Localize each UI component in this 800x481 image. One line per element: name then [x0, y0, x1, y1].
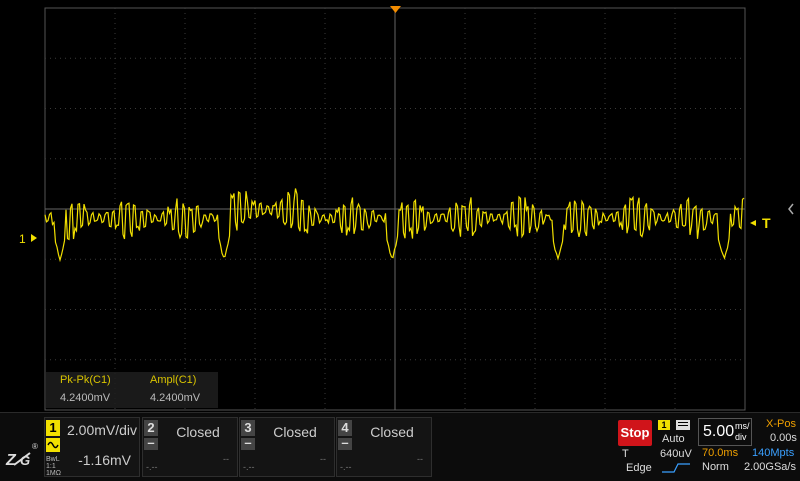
- channel-3-dash-2: --: [320, 454, 326, 464]
- channel-2-dash-2: --: [223, 454, 229, 464]
- timebase-delay: 70.0ms: [702, 447, 739, 459]
- timebase-scale: 5.00: [703, 423, 735, 440]
- zlg-logo: Z G ®: [5, 442, 38, 469]
- svg-text:Z: Z: [5, 452, 17, 469]
- timebase-box[interactable]: 5.00 ms/ div: [698, 418, 752, 446]
- measurement-value-2: 4.2400mV: [150, 392, 201, 404]
- channel-1-offset: -1.16mV: [78, 452, 131, 468]
- channel-2-dash-icon: –: [144, 436, 158, 450]
- trigger-edge-label: Edge: [626, 462, 652, 474]
- channel-3-state: Closed: [273, 424, 317, 440]
- channel-3-number: 3: [241, 420, 255, 436]
- channel-4-panel[interactable]: 4 – Closed -.-- --: [336, 417, 432, 477]
- channel-2-dash-1: -.--: [146, 462, 158, 472]
- channel-3-dash-icon: –: [241, 436, 255, 450]
- channel-4-dash-2: --: [417, 454, 423, 464]
- probe-ratio-label: 1:1: [46, 463, 56, 470]
- timebase-unit-bottom: div: [735, 432, 747, 442]
- bandwidth-limit-label: BwL: [46, 456, 60, 463]
- svg-text:®: ®: [32, 442, 38, 451]
- trigger-level-label[interactable]: T: [762, 215, 771, 231]
- trigger-menu-icon[interactable]: [676, 420, 690, 430]
- trigger-mode[interactable]: Auto: [662, 433, 685, 445]
- channel-1-scale: 2.00mV/div: [67, 422, 138, 438]
- acquisition-mode: Norm: [702, 461, 729, 473]
- xpos-label: X-Pos: [766, 418, 796, 430]
- measurement-panel: Pk-Pk(C1) Ampl(C1) 4.2400mV 4.2400mV: [46, 372, 218, 408]
- channel-2-number: 2: [144, 420, 158, 436]
- channel-1-number: 1: [46, 420, 60, 436]
- trigger-type-label: T: [622, 448, 629, 460]
- svg-text:G: G: [20, 453, 30, 468]
- channel-3-dash-1: -.--: [243, 462, 255, 472]
- channel-1-level-label[interactable]: 1: [19, 232, 26, 246]
- channel-3-panel[interactable]: 3 – Closed -.-- --: [239, 417, 335, 477]
- channel-4-state: Closed: [370, 424, 414, 440]
- measurement-label-1: Pk-Pk(C1): [60, 374, 111, 386]
- trigger-level-value: 640uV: [660, 448, 692, 460]
- scope-display[interactable]: 1 T: [0, 0, 800, 412]
- channel-4-number: 4: [338, 420, 352, 436]
- timebase-unit-top: ms/: [735, 421, 750, 431]
- impedance-label: 1MΩ: [46, 470, 61, 477]
- channel-4-dash-1: -.--: [340, 462, 352, 472]
- rising-edge-icon: [662, 463, 690, 473]
- channel-4-dash-icon: –: [338, 436, 352, 450]
- sample-rate: 2.00GSa/s: [744, 461, 796, 473]
- channel-1-panel[interactable]: 1 BwL 1:1 1MΩ 2.00mV/div -1.16mV: [44, 417, 140, 477]
- measurement-label-2: Ampl(C1): [150, 374, 197, 386]
- run-stop-button[interactable]: Stop: [618, 420, 652, 446]
- channel-2-panel[interactable]: 2 – Closed -.-- --: [142, 417, 238, 477]
- channel-2-state: Closed: [176, 424, 220, 440]
- ac-coupling-icon: [46, 438, 60, 452]
- memory-depth: 140Mpts: [752, 447, 795, 459]
- xpos-value: 0.00s: [770, 432, 797, 444]
- trigger-source-badge[interactable]: 1: [658, 420, 670, 430]
- measurement-value-1: 4.2400mV: [60, 392, 111, 404]
